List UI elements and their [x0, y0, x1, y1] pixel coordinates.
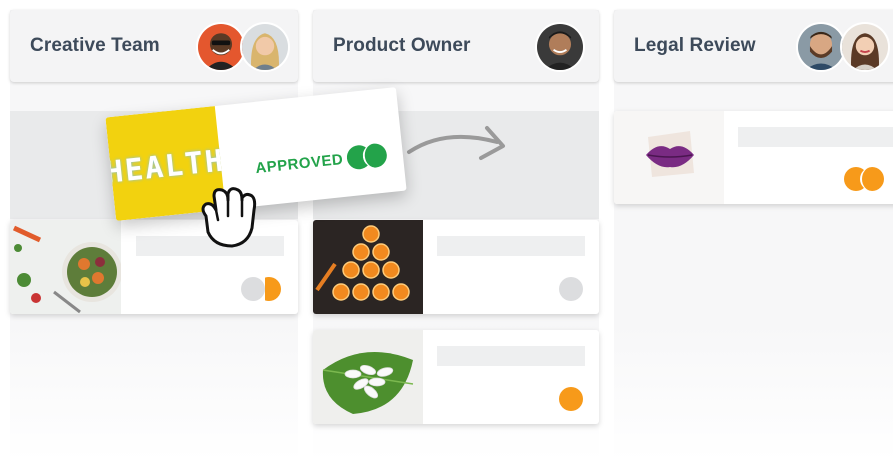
avatar-woman-brunette[interactable]	[840, 22, 890, 72]
task-card[interactable]	[313, 330, 599, 424]
orange-slices-image	[313, 220, 423, 314]
column-header-product-owner[interactable]: Product Owner	[313, 10, 599, 82]
grab-hand-cursor-icon	[201, 187, 257, 248]
column-header-legal-review[interactable]: Legal Review	[614, 10, 893, 82]
health-word: HEALTH	[105, 143, 226, 191]
avatar-man-smiling[interactable]	[535, 22, 585, 72]
column-title: Product Owner	[333, 35, 471, 56]
kanban-board: Creative Team Product Owner Legal Review	[0, 0, 893, 461]
title-placeholder	[738, 127, 893, 147]
task-card[interactable]	[614, 111, 893, 204]
column-header-creative-team[interactable]: Creative Team	[10, 10, 298, 82]
avatar-man-sunglasses[interactable]	[196, 22, 246, 72]
avatar-man-beard[interactable]	[796, 22, 846, 72]
column-legal-review: Legal Review	[614, 10, 893, 461]
title-placeholder	[437, 236, 585, 256]
status-indicator-orange	[559, 387, 583, 411]
title-placeholder	[437, 346, 585, 366]
status-indicator-orange	[860, 167, 884, 191]
task-card[interactable]	[313, 220, 599, 314]
status-indicator-grey	[241, 277, 265, 301]
salad-bowl-image	[10, 220, 121, 314]
approved-status: APPROVED	[254, 150, 345, 178]
avatar-woman-blonde[interactable]	[240, 22, 290, 72]
column-title: Legal Review	[634, 35, 756, 56]
status-indicator-grey	[559, 277, 583, 301]
column-title: Creative Team	[30, 35, 160, 56]
drag-arrow-icon	[407, 126, 505, 160]
pills-on-leaf-image	[313, 330, 423, 424]
purple-lips-image	[614, 111, 724, 204]
